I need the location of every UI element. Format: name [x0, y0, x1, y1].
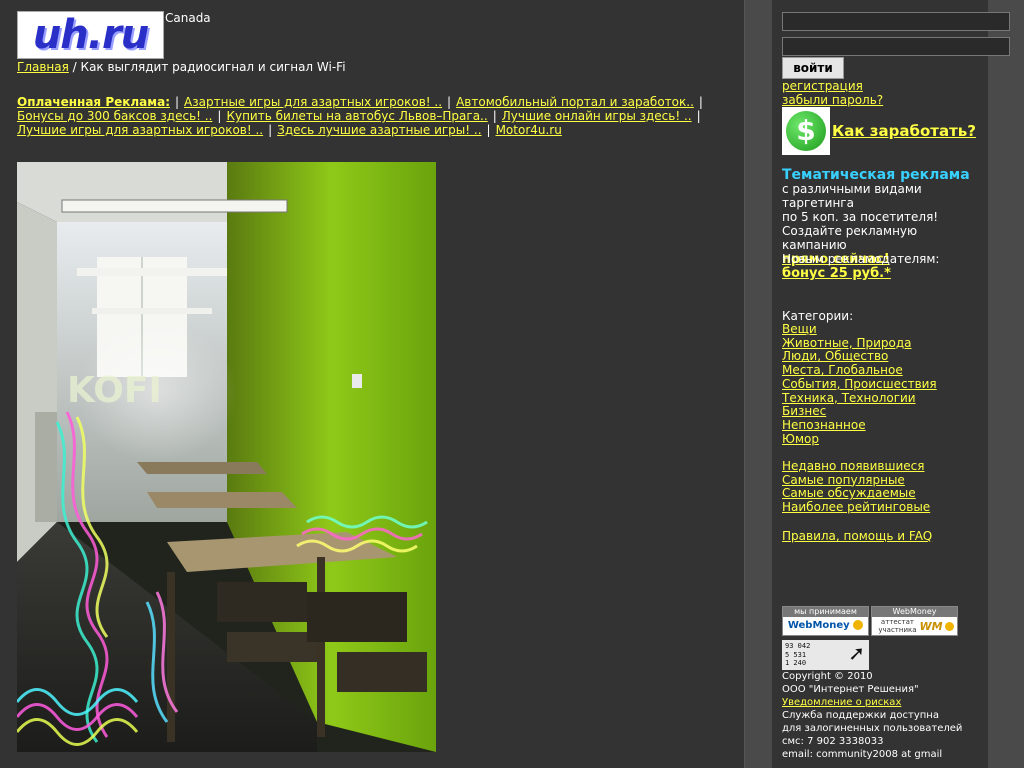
promo-line: с различными видами таргетинга [782, 182, 922, 210]
wifi-signal-photo: KOFI [17, 162, 436, 752]
email-contact: email: community2008 at gmail [782, 749, 943, 760]
dollar-icon[interactable]: $ [782, 107, 830, 155]
discussed-link[interactable]: Самые обсуждаемые [782, 487, 930, 501]
copyright: Copyright © 2010 [782, 671, 873, 682]
ad-link[interactable]: Лучшие онлайн игры здесь! .. [502, 109, 692, 123]
category-link[interactable]: Юмор [782, 432, 937, 447]
earn-block: $ Как заработать? [782, 107, 976, 155]
ad-link[interactable]: Лучшие игры для азартных игроков! .. [17, 123, 263, 137]
top-rated-link[interactable]: Наиболее рейтинговые [782, 500, 930, 515]
risk-notice-link[interactable]: Уведомление о рисках [782, 697, 901, 708]
photo-wall-text: KOFI [67, 370, 162, 411]
paid-ads-block: Оплаченная Реклама: | Азартные игры для аз… [17, 95, 703, 137]
rules-faq-link[interactable]: Правила, помощь и FAQ [782, 529, 932, 543]
sorting-links-block: Недавно появившиеся Самые популярные Сам… [782, 459, 930, 515]
coin-icon [853, 620, 864, 630]
category-link[interactable]: Техника, Технологии [782, 391, 937, 406]
badge-text: WebMoney [787, 620, 850, 631]
category-link[interactable]: Животные, Природа [782, 336, 937, 351]
breadcrumb-home-link[interactable]: Главная [17, 60, 69, 74]
promo-line: по 5 коп. за посетителя! [782, 210, 939, 224]
new-advertisers-label: Новым рекламодателям: [782, 252, 940, 266]
category-link[interactable]: События, Происшествия [782, 377, 937, 392]
promo-line: Создайте рекламную кампанию [782, 224, 918, 252]
categories-block: Категории: Вещи Животные, Природа Люди, … [782, 309, 937, 446]
login-password-input[interactable] [782, 37, 1010, 56]
webmoney-accept-badge[interactable]: мы принимаем WebMoney [782, 606, 869, 636]
footer-block: Copyright © 2010 ООО "Интернет Решения" … [782, 670, 1012, 761]
sms-contact: смс: 7 902 3338033 [782, 736, 884, 747]
region-label: Canada [165, 11, 211, 25]
webmoney-logo-icon: WM [919, 619, 943, 633]
promo-title: Тематическая реклама [782, 167, 970, 183]
account-links: регистрация забыли пароль? [782, 79, 883, 107]
support-line: для залогиненных пользователей [782, 723, 963, 734]
site-logo-link[interactable]: uh.ru [17, 11, 164, 59]
earn-link[interactable]: Как заработать? [832, 124, 976, 139]
arrow-up-right-icon: ➚ [848, 641, 865, 665]
login-button[interactable]: войти [782, 57, 844, 79]
categories-label: Категории: [782, 309, 854, 323]
badge-caption: WebMoney [872, 607, 957, 617]
company-name: ООО "Интернет Решения" [782, 684, 919, 695]
popular-link[interactable]: Самые популярные [782, 473, 930, 488]
recent-link[interactable]: Недавно появившиеся [782, 459, 930, 474]
category-link[interactable]: Бизнес [782, 405, 937, 419]
category-link[interactable]: Вещи [782, 322, 937, 337]
breadcrumb: Главная / Как выглядит радиосигнал и сиг… [17, 60, 346, 74]
ad-link[interactable]: Motor4u.ru [496, 123, 562, 137]
ad-link[interactable]: Купить билеты на автобус Львов–Прага.. [226, 109, 487, 123]
badge-caption: мы принимаем [783, 607, 868, 617]
ad-link[interactable]: Бонусы до 300 баксов здесь! .. [17, 109, 212, 123]
webmoney-attestat-badge[interactable]: WebMoney аттестат участника WM [871, 606, 958, 636]
coin-icon [944, 621, 954, 631]
login-username-input[interactable] [782, 12, 1010, 31]
ad-link[interactable]: Здесь лучшие азартные игры! .. [277, 123, 481, 137]
visit-counter[interactable]: 93 042 5 531 1 240 ➚ [782, 640, 869, 670]
ad-link[interactable]: Автомобильный портал и заработок.. [456, 95, 694, 109]
bonus-link[interactable]: бонус 25 руб.* [782, 266, 891, 281]
ad-link[interactable]: Азартные игры для азартных игроков! .. [184, 95, 442, 109]
support-line: Служба поддержки доступна [782, 710, 939, 721]
site-logo: uh.ru [17, 11, 164, 59]
new-advertisers-block: Новым рекламодателям: бонус 25 руб.* [782, 252, 939, 281]
paid-ads-title-link[interactable]: Оплаченная Реклама: [17, 95, 170, 109]
category-link[interactable]: Места, Глобальное [782, 363, 937, 378]
category-link[interactable]: Люди, Общество [782, 350, 937, 364]
logo-text: uh.ru [32, 12, 149, 58]
rules-block: Правила, помощь и FAQ [782, 529, 932, 543]
main-content: uh.ru Canada Главная / Как выглядит ради… [0, 0, 745, 768]
category-link[interactable]: Непознанное [782, 418, 937, 433]
breadcrumb-current: Как выглядит радиосигнал и сигнал Wi-Fi [80, 60, 346, 74]
register-link[interactable]: регистрация [782, 79, 863, 93]
forgot-password-link[interactable]: забыли пароль? [782, 93, 883, 107]
badge-text: аттестат участника [878, 618, 917, 634]
breadcrumb-separator: / [72, 60, 77, 74]
